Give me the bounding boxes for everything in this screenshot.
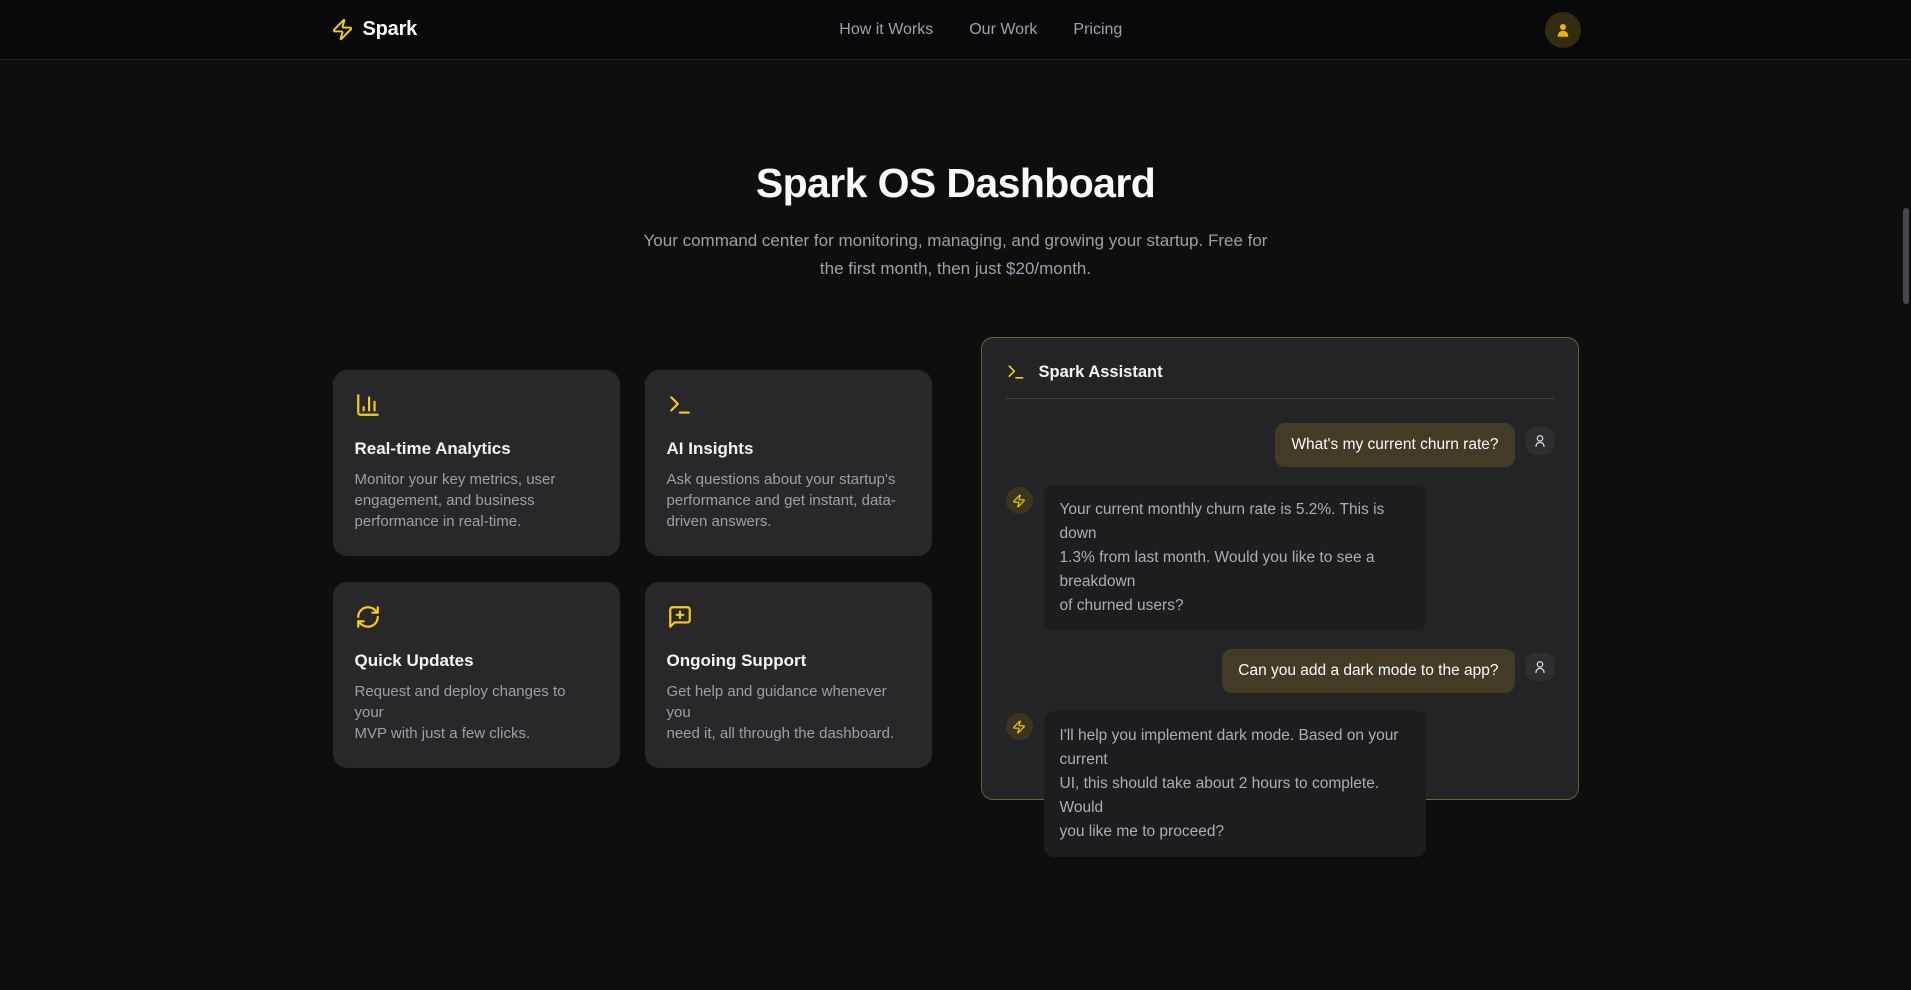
feature-card-realtime-analytics: Real-time Analytics Monitor your key met… [333,370,620,556]
refresh-icon [355,604,598,635]
feature-card-description: Ask questions about your startup's perfo… [667,469,910,532]
user-avatar-button[interactable] [1545,12,1581,48]
user-avatar [1526,653,1554,681]
nav-link-how-it-works[interactable]: How it Works [839,21,933,39]
chat-messages: What's my current churn rate? Your curre… [1006,423,1554,857]
nav-links: How it Works Our Work Pricing [839,21,1122,39]
message-square-plus-icon [667,604,910,635]
chat-message-assistant: Your current monthly churn rate is 5.2%.… [1006,485,1554,631]
feature-card-ai-insights: AI Insights Ask questions about your sta… [645,370,932,556]
feature-card-ongoing-support: Ongoing Support Get help and guidance wh… [645,582,932,768]
feature-card-quick-updates: Quick Updates Request and deploy changes… [333,582,620,768]
assistant-avatar-zap-icon [1006,713,1033,740]
nav-link-pricing[interactable]: Pricing [1073,21,1122,39]
feature-cards-grid: Real-time Analytics Monitor your key met… [333,370,932,768]
brand-name: Spark [363,18,418,41]
spark-assistant-panel: Spark Assistant What's my current churn … [981,337,1579,800]
brand-logo[interactable]: Spark [331,18,418,41]
page: Spark How it Works Our Work Pricing Spar… [0,0,1911,990]
chat-message-user: Can you add a dark mode to the app? [1006,649,1554,693]
feature-card-description: Request and deploy changes to your MVP w… [355,681,598,744]
feature-card-title: Quick Updates [355,651,598,671]
terminal-icon [667,392,910,423]
user-icon [1554,21,1572,39]
terminal-icon [1006,362,1026,382]
assistant-avatar-zap-icon [1006,487,1033,514]
feature-card-description: Get help and guidance whenever you need … [667,681,910,744]
chat-message-assistant: I'll help you implement dark mode. Based… [1006,711,1554,857]
nav-link-our-work[interactable]: Our Work [969,21,1037,39]
feature-card-description: Monitor your key metrics, user engagemen… [355,469,598,532]
feature-card-title: Real-time Analytics [355,439,598,459]
user-avatar [1526,427,1554,455]
chat-message-user: What's my current churn rate? [1006,423,1554,467]
feature-card-title: AI Insights [667,439,910,459]
top-nav-inner: Spark How it Works Our Work Pricing [331,0,1581,59]
page-title: Spark OS Dashboard [0,160,1911,207]
page-subtitle: Your command center for monitoring, mana… [0,227,1911,283]
assistant-header: Spark Assistant [1006,358,1554,399]
top-nav: Spark How it Works Our Work Pricing [0,0,1911,60]
content-row: Real-time Analytics Monitor your key met… [0,337,1911,800]
user-message-bubble: What's my current churn rate? [1275,423,1514,467]
hero-section: Spark OS Dashboard Your command center f… [0,60,1911,283]
feature-card-title: Ongoing Support [667,651,910,671]
user-message-bubble: Can you add a dark mode to the app? [1222,649,1514,693]
zap-icon [331,18,354,41]
assistant-message-bubble: I'll help you implement dark mode. Based… [1044,711,1426,857]
assistant-message-bubble: Your current monthly churn rate is 5.2%.… [1044,485,1426,631]
bar-chart-icon [355,392,598,423]
vertical-scrollbar-thumb[interactable] [1903,208,1909,304]
assistant-title: Spark Assistant [1039,363,1163,382]
